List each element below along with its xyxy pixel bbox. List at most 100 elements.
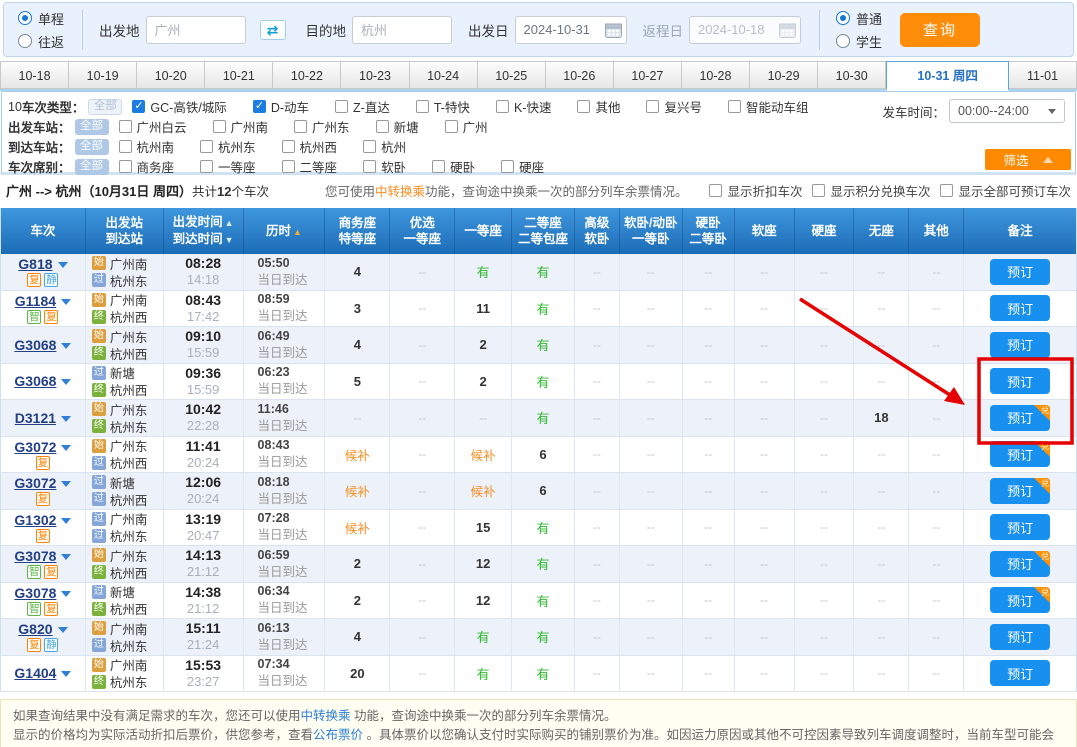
filter-checkbox[interactable]: 杭州东: [200, 137, 256, 156]
select-all-pill[interactable]: 全部: [75, 119, 109, 135]
passenger-type-radio[interactable]: 普通: [836, 9, 882, 28]
date-tab[interactable]: 10-21: [205, 61, 273, 89]
date-tab[interactable]: 10-29: [750, 61, 818, 89]
from-input[interactable]: [146, 16, 246, 44]
expand-caret-icon[interactable]: [61, 671, 71, 677]
display-option-checkbox[interactable]: 显示全部可预订车次: [940, 181, 1071, 200]
select-all-pill[interactable]: 全部: [75, 139, 109, 155]
date-tab[interactable]: 10-18: [0, 61, 69, 89]
train-number-link[interactable]: G820: [18, 621, 52, 637]
filter-checkbox[interactable]: 其他: [577, 97, 620, 116]
train-number-link[interactable]: G3078: [14, 548, 56, 564]
date-tab[interactable]: 10-23: [341, 61, 409, 89]
filter-checkbox[interactable]: 智能动车组: [728, 97, 809, 116]
expand-caret-icon[interactable]: [61, 445, 71, 451]
train-number-link[interactable]: G3068: [14, 373, 56, 389]
book-button[interactable]: 预订: [990, 514, 1050, 540]
filter-checkbox[interactable]: 复兴号: [646, 97, 702, 116]
filter-checkbox[interactable]: 广州: [445, 117, 488, 136]
expand-caret-icon[interactable]: [61, 591, 71, 597]
filter-checkbox[interactable]: 广州南: [213, 117, 269, 136]
expand-caret-icon[interactable]: [61, 554, 71, 560]
expand-caret-icon[interactable]: [61, 481, 71, 487]
filter-checkbox[interactable]: 软卧: [363, 157, 406, 176]
train-number-link[interactable]: G3072: [14, 475, 56, 491]
date-tab[interactable]: 11-01: [1009, 61, 1077, 89]
book-button[interactable]: 预订: [990, 624, 1050, 650]
filter-toggle-button[interactable]: 筛选: [985, 149, 1071, 170]
filter-checkbox[interactable]: K-快速: [496, 97, 552, 116]
select-all-pill[interactable]: 全部: [75, 159, 109, 175]
date-tab-active[interactable]: 10-31 周四: [886, 61, 1009, 91]
filter-checkbox[interactable]: 硬卧: [432, 157, 475, 176]
filter-checkbox[interactable]: T-特快: [416, 97, 470, 116]
date-tab[interactable]: 10-30: [818, 61, 886, 89]
to-input[interactable]: [352, 16, 452, 44]
filter-checkbox[interactable]: 一等座: [200, 157, 256, 176]
train-number-link[interactable]: D3121: [15, 410, 56, 426]
book-button[interactable]: 预订: [990, 295, 1050, 321]
date-tab[interactable]: 10-19: [69, 61, 137, 89]
column-header[interactable]: 历时▲: [244, 208, 326, 254]
expand-caret-icon[interactable]: [61, 518, 71, 524]
expand-caret-icon[interactable]: [58, 262, 68, 268]
date-tab[interactable]: 10-26: [546, 61, 614, 89]
filter-checkbox[interactable]: GC-高铁/城际: [132, 97, 226, 116]
query-button[interactable]: 查询: [900, 13, 980, 47]
filter-checkbox[interactable]: 硬座: [501, 157, 544, 176]
train-number-link[interactable]: G1184: [15, 293, 56, 309]
train-number-link[interactable]: G3078: [14, 585, 56, 601]
sort-arrow-icon[interactable]: ▲: [293, 227, 302, 237]
book-button[interactable]: 预订兑: [990, 551, 1050, 577]
trip-type-radio[interactable]: 往返: [18, 32, 64, 51]
train-number-link[interactable]: G1404: [14, 665, 56, 681]
date-tab[interactable]: 10-24: [410, 61, 478, 89]
filter-checkbox[interactable]: Z-直达: [335, 97, 390, 116]
transfer-link[interactable]: 中转换乘: [301, 709, 351, 723]
book-button[interactable]: 预订: [990, 259, 1050, 285]
date-tab[interactable]: 10-20: [137, 61, 205, 89]
swap-icon[interactable]: ⇄: [260, 20, 286, 40]
date-tab[interactable]: 10-28: [682, 61, 750, 89]
date-tab[interactable]: 10-22: [273, 61, 341, 89]
book-button[interactable]: 预订兑: [990, 441, 1050, 467]
train-number-link[interactable]: G818: [18, 256, 52, 272]
column-header[interactable]: 出发时间▲到达时间▼: [164, 208, 244, 254]
filter-checkbox[interactable]: 新塘: [376, 117, 419, 136]
expand-caret-icon[interactable]: [61, 343, 71, 349]
sort-arrow-icon[interactable]: ▲: [225, 218, 234, 228]
train-number-link[interactable]: G3068: [14, 337, 56, 353]
expand-caret-icon[interactable]: [61, 299, 71, 305]
filter-checkbox[interactable]: 杭州: [363, 137, 406, 156]
filter-checkbox[interactable]: 商务座: [119, 157, 175, 176]
sort-arrow-icon[interactable]: ▼: [225, 235, 234, 245]
filter-checkbox[interactable]: 杭州南: [119, 137, 175, 156]
filter-checkbox[interactable]: 广州东: [294, 117, 350, 136]
filter-checkbox[interactable]: 广州白云: [119, 117, 187, 136]
book-button[interactable]: 预订兑: [990, 587, 1050, 613]
expand-caret-icon[interactable]: [61, 379, 71, 385]
book-button[interactable]: 预订: [990, 660, 1050, 686]
published-price-link[interactable]: 公布票价: [313, 728, 363, 742]
display-option-checkbox[interactable]: 显示积分兑换车次: [812, 181, 930, 200]
filter-checkbox[interactable]: 杭州西: [282, 137, 338, 156]
depart-time-select[interactable]: 00:00--24:00: [949, 99, 1065, 123]
expand-caret-icon[interactable]: [61, 416, 71, 422]
book-button[interactable]: 预订: [990, 332, 1050, 358]
book-button[interactable]: 预订兑: [990, 478, 1050, 504]
book-button[interactable]: 预订: [990, 368, 1050, 394]
passenger-type-radio[interactable]: 学生: [836, 32, 882, 51]
filter-checkbox[interactable]: D-动车: [253, 97, 309, 116]
trip-type-radio[interactable]: 单程: [18, 9, 64, 28]
select-all-pill[interactable]: 全部: [88, 99, 122, 115]
train-number-link[interactable]: G3072: [14, 439, 56, 455]
date-tab[interactable]: 10-27: [614, 61, 682, 89]
display-option-checkbox[interactable]: 显示折扣车次: [709, 181, 802, 200]
transfer-link[interactable]: 中转换乘: [375, 185, 425, 199]
train-number-link[interactable]: G1302: [14, 512, 56, 528]
filter-checkbox[interactable]: 二等座: [282, 157, 338, 176]
calendar-icon[interactable]: [605, 22, 622, 38]
expand-caret-icon[interactable]: [58, 627, 68, 633]
date-tab[interactable]: 10-25: [478, 61, 546, 89]
book-button[interactable]: 预订兑: [990, 405, 1050, 431]
